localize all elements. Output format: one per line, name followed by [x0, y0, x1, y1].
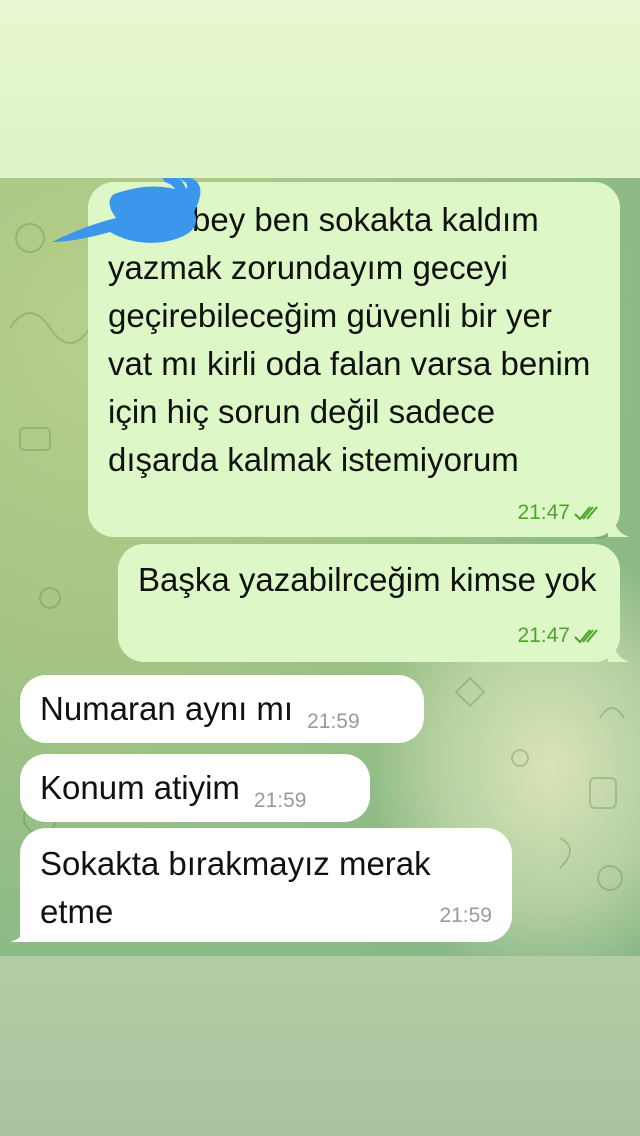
incoming-message-bubble[interactable]: Numaran aynı mı 21:59 [20, 675, 424, 743]
outgoing-message-bubble[interactable]: Başka yazabilrceğim kimse yok 21:47 [118, 544, 630, 662]
message-time: 21:47 [517, 501, 570, 524]
bubble-tail [10, 920, 32, 942]
incoming-message-bubble[interactable]: Sokakta bırakmayız merak etme 21:59 [10, 828, 512, 942]
message-meta: 21:47 [517, 501, 600, 525]
message-meta: 21:47 [517, 624, 600, 648]
message-text: Numaran aynı mı 21:59 [40, 690, 360, 733]
double-check-icon [574, 506, 598, 521]
message-time: 21:59 [253, 789, 307, 812]
message-text: Başka yazabilrceğim kimse yok [138, 561, 597, 598]
message-text: Konum atiyim 21:59 [40, 769, 307, 812]
message-text: Sokakta bırakmayız merak etme [40, 845, 431, 930]
message-time: 21:59 [439, 904, 492, 927]
message-time: 21:59 [307, 710, 360, 733]
message-time: 21:47 [517, 624, 570, 647]
double-check-icon [574, 629, 598, 644]
top-blank-area [0, 0, 640, 178]
bubble-tail [608, 640, 630, 662]
chat-background: bey ben sokakta kaldım yazmak zorundayım… [0, 178, 640, 956]
incoming-message-bubble[interactable]: Konum atiyim 21:59 [20, 754, 370, 822]
message-meta: 21:59 [439, 904, 492, 928]
name-redaction-scribble [52, 178, 201, 243]
bubble-tail [608, 515, 630, 537]
bottom-blank-area [0, 956, 640, 1136]
